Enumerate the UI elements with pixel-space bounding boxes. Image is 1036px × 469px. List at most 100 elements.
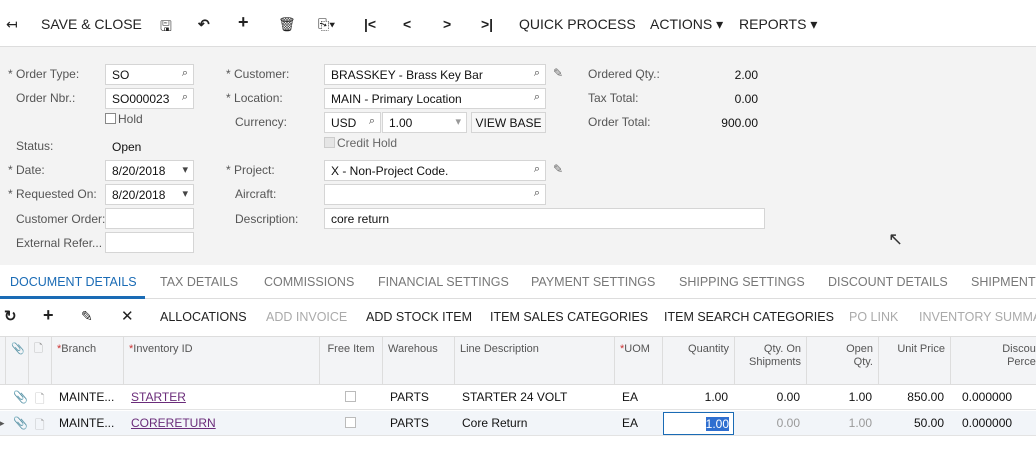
inventory-id-header[interactable]: *Inventory ID bbox=[124, 337, 320, 385]
order-type-field[interactable]: SO ⌕ bbox=[105, 64, 194, 85]
hold-checkbox[interactable]: Hold bbox=[105, 112, 143, 126]
location-field[interactable]: MAIN - Primary Location ⌕ bbox=[324, 88, 546, 109]
previous-record-icon[interactable]: < bbox=[403, 16, 411, 32]
open-qty-header[interactable]: Open Qty. bbox=[807, 337, 879, 385]
search-icon[interactable]: ⌕ bbox=[182, 91, 188, 104]
unit-price-cell[interactable]: 50.00 bbox=[879, 416, 944, 430]
edit-row-icon[interactable]: ✎ bbox=[81, 308, 93, 325]
table-row[interactable]: ▸ 📎 🗋 MAINTE... CORERETURN PARTS Core Re… bbox=[0, 411, 1036, 436]
discount-percent-cell[interactable]: 0.000000 bbox=[962, 390, 1012, 404]
inventory-id-link[interactable]: STARTER bbox=[131, 390, 186, 404]
uom-header[interactable]: *UOM bbox=[615, 337, 663, 385]
external-ref-field[interactable] bbox=[105, 232, 194, 253]
add-row-icon[interactable]: + bbox=[43, 305, 54, 326]
dropdown-icon[interactable]: ▾ bbox=[182, 163, 188, 176]
search-icon[interactable]: ⌕ bbox=[534, 163, 540, 176]
discount-percent-header[interactable]: Discount Percent bbox=[951, 337, 1036, 385]
quantity-input[interactable]: 1.00 bbox=[663, 412, 734, 435]
search-icon[interactable]: ⌕ bbox=[534, 187, 540, 200]
allocations-button[interactable]: ALLOCATIONS bbox=[160, 310, 247, 324]
add-icon[interactable]: + bbox=[238, 12, 249, 33]
quantity-header[interactable]: Quantity bbox=[663, 337, 735, 385]
requested-on-field[interactable]: 8/20/2018 ▾ bbox=[105, 184, 194, 205]
copy-paste-icon[interactable]: ⎘▾ bbox=[318, 16, 335, 33]
free-item-checkbox[interactable] bbox=[345, 416, 358, 430]
save-icon[interactable]: 🖫 bbox=[160, 16, 172, 40]
refresh-icon[interactable]: ↻ bbox=[4, 307, 17, 325]
line-description-cell[interactable]: STARTER 24 VOLT bbox=[462, 390, 567, 404]
warehouse-cell[interactable]: PARTS bbox=[390, 416, 429, 430]
add-stock-item-button[interactable]: ADD STOCK ITEM bbox=[366, 310, 472, 324]
currency-rate-value: 1.00 bbox=[389, 116, 413, 130]
delete-icon[interactable]: 🗑 bbox=[278, 16, 296, 33]
customer-value: BRASSKEY - Brass Key Bar bbox=[331, 68, 483, 82]
last-record-icon[interactable]: >| bbox=[481, 16, 493, 32]
tab-document-details[interactable]: DOCUMENT DETAILS bbox=[10, 275, 137, 289]
back-icon[interactable]: ↤ bbox=[6, 16, 18, 33]
attachment-icon[interactable]: 📎 bbox=[13, 416, 28, 430]
add-invoice-button[interactable]: ADD INVOICE bbox=[266, 310, 347, 324]
quick-process-button[interactable]: QUICK PROCESS bbox=[519, 16, 636, 32]
project-field[interactable]: X - Non-Project Code. ⌕ bbox=[324, 160, 546, 181]
search-icon[interactable]: ⌕ bbox=[369, 115, 375, 128]
uom-cell[interactable]: EA bbox=[622, 416, 638, 430]
inventory-id-link[interactable]: CORERETURN bbox=[131, 416, 216, 430]
note-icon[interactable]: 🗋 bbox=[35, 390, 45, 411]
currency-rate-field[interactable]: 1.00 ▾ bbox=[382, 112, 467, 133]
tab-financial-settings[interactable]: FINANCIAL SETTINGS bbox=[378, 275, 509, 289]
line-description-cell[interactable]: Core Return bbox=[462, 416, 527, 430]
tab-payment-settings[interactable]: PAYMENT SETTINGS bbox=[531, 275, 655, 289]
line-description-header[interactable]: Line Description bbox=[455, 337, 615, 385]
discount-percent-cell[interactable]: 0.000000 bbox=[962, 416, 1012, 430]
branch-header[interactable]: *Branch bbox=[52, 337, 124, 385]
order-nbr-field[interactable]: SO000023 ⌕ bbox=[105, 88, 194, 109]
date-field[interactable]: 8/20/2018 ▾ bbox=[105, 160, 194, 181]
po-link-button[interactable]: PO LINK bbox=[849, 310, 898, 324]
currency-field[interactable]: USD ⌕ bbox=[324, 112, 381, 133]
warehouse-cell[interactable]: PARTS bbox=[390, 390, 429, 404]
first-record-icon[interactable]: |< bbox=[364, 16, 376, 32]
ordered-qty-label: Ordered Qty.: bbox=[588, 67, 660, 81]
tab-shipments[interactable]: SHIPMENTS bbox=[971, 275, 1036, 289]
table-row[interactable]: 📎 🗋 MAINTE... STARTER PARTS STARTER 24 V… bbox=[0, 385, 1036, 410]
actions-menu[interactable]: ACTIONS ▾ bbox=[650, 16, 723, 33]
note-icon[interactable]: 🗋 bbox=[35, 416, 45, 437]
view-base-button[interactable]: VIEW BASE bbox=[471, 112, 546, 133]
tab-shipping-settings[interactable]: SHIPPING SETTINGS bbox=[679, 275, 805, 289]
customer-order-field[interactable] bbox=[105, 208, 194, 229]
item-sales-categories-button[interactable]: ITEM SALES CATEGORIES bbox=[490, 310, 648, 324]
save-close-button[interactable]: SAVE & CLOSE bbox=[41, 16, 142, 32]
attachment-icon[interactable]: 📎 bbox=[13, 390, 28, 404]
unit-price-header[interactable]: Unit Price bbox=[879, 337, 951, 385]
tab-commissions[interactable]: COMMISSIONS bbox=[264, 275, 354, 289]
search-icon[interactable]: ⌕ bbox=[534, 91, 540, 104]
qty-on-shipments-header[interactable]: Qty. On Shipments bbox=[735, 337, 807, 385]
free-item-checkbox[interactable] bbox=[345, 390, 358, 404]
dropdown-icon[interactable]: ▾ bbox=[182, 187, 188, 200]
dropdown-icon[interactable]: ▾ bbox=[455, 115, 461, 128]
description-field[interactable]: core return bbox=[324, 208, 765, 229]
undo-icon[interactable]: ↶ bbox=[198, 16, 210, 33]
aircraft-field[interactable]: ⌕ bbox=[324, 184, 546, 205]
branch-cell[interactable]: MAINTE... bbox=[59, 416, 114, 430]
search-icon[interactable]: ⌕ bbox=[534, 67, 540, 80]
reports-menu[interactable]: REPORTS ▾ bbox=[739, 16, 817, 33]
credit-hold-checkbox[interactable]: Credit Hold bbox=[324, 136, 397, 150]
inventory-summary-button[interactable]: INVENTORY SUMMARY bbox=[919, 310, 1036, 324]
tab-discount-details[interactable]: DISCOUNT DETAILS bbox=[828, 275, 948, 289]
tab-tax-details[interactable]: TAX DETAILS bbox=[160, 275, 238, 289]
delete-row-icon[interactable]: ✕ bbox=[121, 307, 134, 325]
edit-customer-icon[interactable]: ✎ bbox=[553, 66, 563, 80]
free-item-header[interactable]: Free Item bbox=[320, 337, 383, 385]
edit-project-icon[interactable]: ✎ bbox=[553, 162, 563, 176]
search-icon[interactable]: ⌕ bbox=[182, 67, 188, 80]
current-row-indicator-icon: ▸ bbox=[0, 418, 5, 428]
quantity-cell[interactable]: 1.00 bbox=[663, 390, 728, 404]
warehouse-header[interactable]: Warehous bbox=[383, 337, 455, 385]
customer-field[interactable]: BRASSKEY - Brass Key Bar ⌕ bbox=[324, 64, 546, 85]
branch-cell[interactable]: MAINTE... bbox=[59, 390, 114, 404]
uom-cell[interactable]: EA bbox=[622, 390, 638, 404]
unit-price-cell[interactable]: 850.00 bbox=[879, 390, 944, 404]
item-search-categories-button[interactable]: ITEM SEARCH CATEGORIES bbox=[664, 310, 834, 324]
next-record-icon[interactable]: > bbox=[443, 16, 451, 32]
